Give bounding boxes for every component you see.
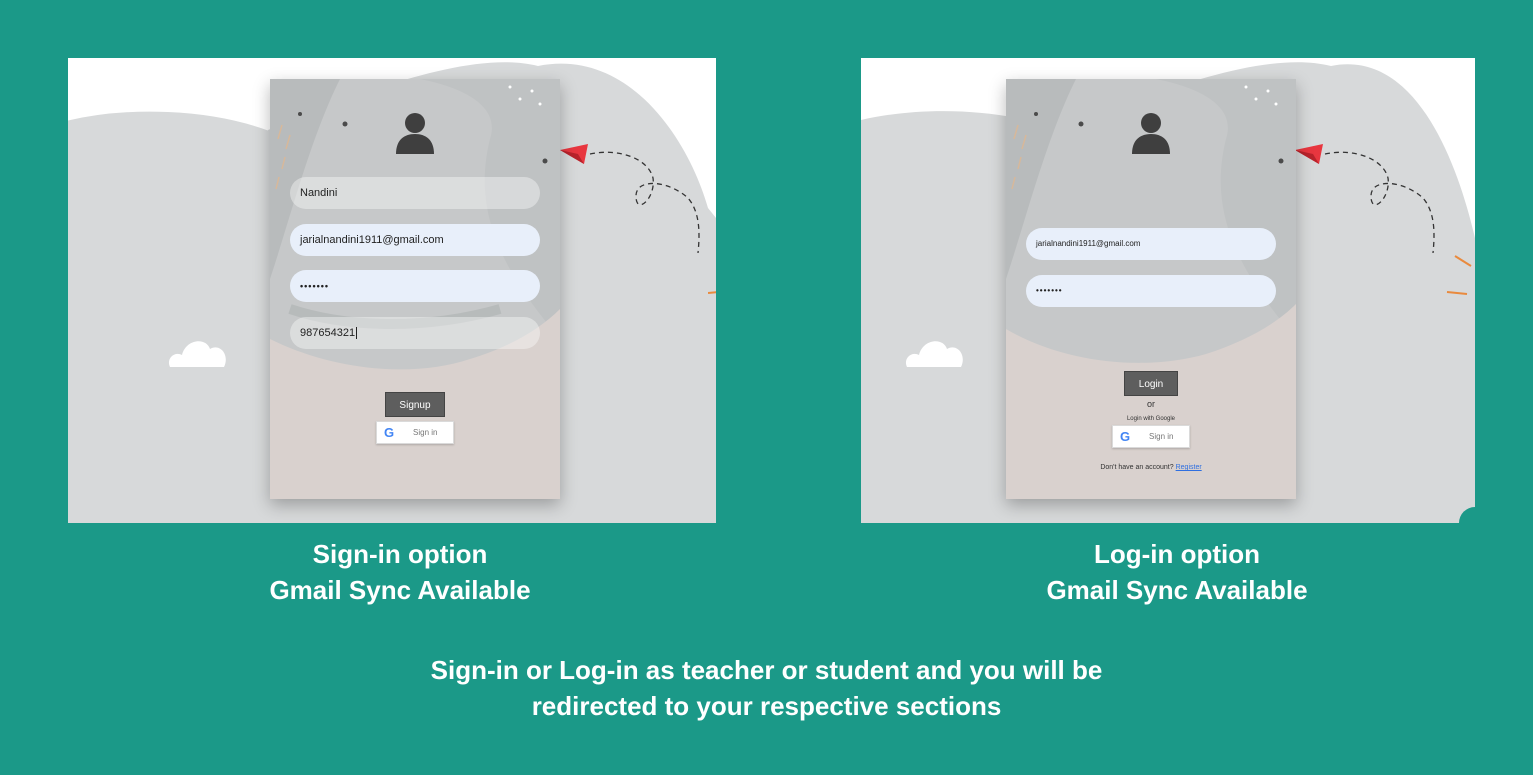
signup-screenshot: Nandini jarialnandini1911@gmail.com ••••… bbox=[68, 58, 716, 523]
signup-card: Nandini jarialnandini1911@gmail.com ••••… bbox=[270, 79, 560, 499]
paper-plane-icon bbox=[1295, 144, 1435, 254]
password-input[interactable]: ••••••• bbox=[290, 270, 540, 302]
login-caption: Log-in option Gmail Sync Available bbox=[997, 536, 1357, 608]
password-input[interactable]: ••••••• bbox=[1026, 275, 1276, 307]
google-signin-label: Sign in bbox=[1149, 432, 1174, 441]
accent-dash bbox=[708, 291, 716, 294]
user-avatar-icon bbox=[1132, 113, 1170, 154]
signup-caption-subtitle: Gmail Sync Available bbox=[269, 575, 531, 605]
footer-line-1: Sign-in or Log-in as teacher or student … bbox=[430, 655, 1103, 685]
login-card: jarialnandini1911@gmail.com ••••••• Logi… bbox=[1006, 79, 1296, 499]
login-with-google-text: Login with Google bbox=[1126, 416, 1176, 422]
google-icon: G bbox=[384, 425, 395, 440]
google-icon: G bbox=[1120, 429, 1131, 444]
phone-input[interactable]: 987654321 bbox=[290, 317, 540, 349]
login-caption-title: Log-in option bbox=[1093, 539, 1261, 569]
signup-button[interactable]: Signup bbox=[385, 392, 445, 417]
or-divider-text: or bbox=[1146, 399, 1155, 409]
no-account-text: Don't have an account? bbox=[1100, 464, 1174, 471]
google-signin-button[interactable]: G Sign in bbox=[376, 421, 454, 444]
signup-caption-title: Sign-in option bbox=[312, 539, 488, 569]
text-cursor bbox=[356, 327, 358, 340]
login-caption-subtitle: Gmail Sync Available bbox=[1046, 575, 1308, 605]
footer-caption: Sign-in or Log-in as teacher or student … bbox=[350, 652, 1183, 724]
paper-plane-icon bbox=[560, 144, 700, 254]
cloud-icon bbox=[168, 341, 226, 367]
email-input[interactable]: jarialnandini1911@gmail.com bbox=[1026, 228, 1276, 260]
user-avatar-icon bbox=[396, 113, 434, 154]
footer-line-2: redirected to your respective sections bbox=[531, 691, 1002, 721]
login-button[interactable]: Login bbox=[1124, 371, 1178, 396]
google-signin-label: Sign in bbox=[413, 428, 438, 437]
google-signin-button[interactable]: G Sign in bbox=[1112, 425, 1190, 448]
accent-dashes bbox=[1446, 255, 1472, 295]
cloud-icon bbox=[905, 341, 963, 367]
name-input[interactable]: Nandini bbox=[290, 177, 540, 209]
phone-value: 987654321 bbox=[300, 327, 356, 339]
login-screenshot: jarialnandini1911@gmail.com ••••••• Logi… bbox=[861, 58, 1475, 523]
signup-caption: Sign-in option Gmail Sync Available bbox=[220, 536, 580, 608]
register-prompt: Don't have an account? Register bbox=[1006, 464, 1296, 471]
email-input[interactable]: jarialnandini1911@gmail.com bbox=[290, 224, 540, 256]
register-link[interactable]: Register bbox=[1176, 464, 1202, 471]
